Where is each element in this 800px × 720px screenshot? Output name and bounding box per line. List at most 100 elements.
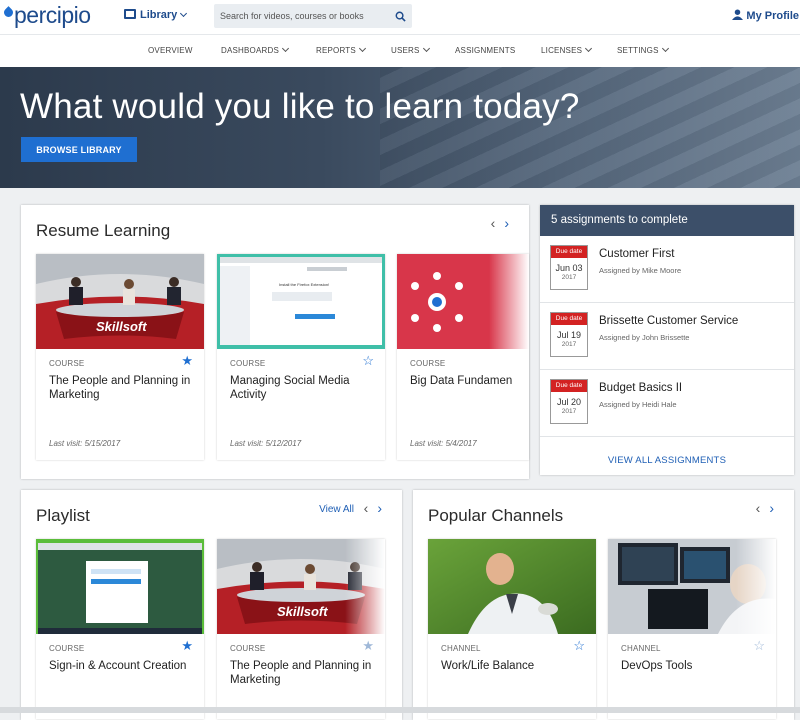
card-kind: CHANNEL: [441, 644, 481, 653]
nav-reports[interactable]: REPORTS: [316, 44, 366, 55]
playlist-title: Playlist: [36, 506, 90, 525]
chevron-down-icon: [180, 9, 188, 18]
card-fade: [736, 539, 776, 719]
card-kind: COURSE: [230, 359, 266, 368]
search-input[interactable]: [220, 8, 380, 24]
profile-label: My Profile: [746, 10, 799, 22]
card-fade: [345, 539, 385, 719]
assignment-title: Brissette Customer Service: [599, 315, 739, 327]
card-kind: CHANNEL: [621, 644, 661, 653]
due-date-badge: Due date Jul 19 2017: [550, 312, 588, 357]
top-bar: percipio Library My Profile: [0, 0, 800, 34]
channels-carousel-arrows: ‹ ›: [747, 500, 774, 516]
last-visit: Last visit: 5/12/2017: [230, 439, 302, 448]
star-outline-icon[interactable]: ★: [362, 638, 374, 654]
resume-carousel-arrows: ‹ ›: [482, 215, 509, 231]
library-menu[interactable]: Library: [124, 9, 188, 21]
channel-card[interactable]: CHANNEL ☆ Work/Life Balance: [428, 539, 596, 719]
assignment-title: Budget Basics II: [599, 382, 683, 394]
browse-library-button[interactable]: BROWSE LIBRARY: [21, 137, 137, 162]
playlist-view-all-link[interactable]: View All: [319, 504, 354, 515]
course-card[interactable]: Skillsoft COURSE ★ The People and Planni…: [36, 254, 204, 460]
chevron-down-icon: [281, 44, 290, 53]
assignment-assigner: Assigned by John Brissette: [599, 333, 690, 342]
card-title: Sign-in & Account Creation: [49, 660, 187, 672]
playlist-carousel-arrows: ‹ ›: [355, 500, 382, 516]
book-icon: [124, 9, 136, 19]
chevron-left-icon[interactable]: ‹: [491, 215, 496, 231]
view-all-assignments-link[interactable]: VIEW ALL ASSIGNMENTS: [540, 455, 794, 466]
card-title: The People and Planning in Marketing: [49, 375, 191, 401]
playlist-panel: Playlist View All ‹ › COURSE ★ Sign-in & …: [21, 490, 402, 720]
user-icon: [732, 9, 744, 20]
course-card[interactable]: COURSE ★ Sign-in & Account Creation: [36, 539, 204, 719]
last-visit: Last visit: 5/4/2017: [410, 439, 477, 448]
card-fade: [489, 254, 529, 460]
course-thumbnail: Skillsoft: [36, 254, 204, 349]
svg-text:Install the Firefox Extension!: Install the Firefox Extension!: [279, 282, 329, 287]
popular-channels-panel: Popular Channels ‹ › CHANNEL ☆ Work/Life …: [413, 490, 794, 720]
chevron-down-icon: [585, 44, 593, 53]
nav-dashboards[interactable]: DASHBOARDS: [221, 44, 290, 55]
channel-card[interactable]: CHANNEL ☆ DevOps Tools: [608, 539, 776, 719]
main-nav: OVERVIEW DASHBOARDS REPORTS USERS ASSIGN…: [0, 34, 800, 67]
resume-learning-panel: Resume Learning ‹ › Skillsoft COURSE ★ Th…: [21, 205, 529, 479]
chevron-right-icon[interactable]: ›: [377, 500, 382, 516]
horizontal-scrollbar[interactable]: [0, 707, 800, 713]
star-filled-icon[interactable]: ★: [181, 353, 193, 369]
star-outline-icon[interactable]: ☆: [753, 638, 765, 654]
card-title: Big Data Fundamen: [410, 375, 513, 387]
card-title: Work/Life Balance: [441, 660, 535, 672]
nav-settings[interactable]: SETTINGS: [617, 44, 669, 55]
star-outline-icon[interactable]: ☆: [362, 353, 374, 369]
hero-background-image: [380, 67, 800, 188]
logo-drop-icon: [2, 6, 15, 19]
svg-text:Skillsoft: Skillsoft: [96, 319, 147, 334]
assignments-panel: 5 assignments to complete Due date Jun 0…: [540, 205, 794, 475]
nav-licenses[interactable]: LICENSES: [541, 44, 593, 55]
assignment-row[interactable]: Due date Jul 20 2017 Budget Basics II As…: [540, 370, 794, 437]
assignment-row[interactable]: Due date Jul 19 2017 Brissette Customer …: [540, 303, 794, 370]
course-card[interactable]: COURSE Big Data Fundamen Last visit: 5/4…: [397, 254, 529, 460]
hero-banner: What would you like to learn today? BROW…: [0, 67, 800, 188]
assignment-title: Customer First: [599, 248, 675, 260]
chevron-down-icon: [422, 44, 430, 53]
assignment-assigner: Assigned by Mike Moore: [599, 266, 682, 275]
card-kind: COURSE: [49, 644, 85, 653]
course-card[interactable]: Install the Firefox Extension! COURSE ☆ …: [217, 254, 385, 460]
assignment-assigner: Assigned by Heidi Hale: [599, 400, 677, 409]
resume-learning-title: Resume Learning: [36, 221, 171, 240]
chevron-down-icon: [661, 44, 669, 53]
star-filled-icon[interactable]: ★: [181, 638, 193, 654]
hero-title: What would you like to learn today?: [20, 87, 580, 126]
chevron-right-icon[interactable]: ›: [769, 500, 774, 516]
chevron-right-icon[interactable]: ›: [504, 215, 509, 231]
search-button[interactable]: [388, 4, 412, 28]
my-profile-link[interactable]: My Profile: [732, 9, 799, 22]
assignments-header: 5 assignments to complete: [540, 205, 794, 236]
chevron-left-icon[interactable]: ‹: [756, 500, 761, 516]
channel-thumbnail: [428, 539, 596, 634]
course-card[interactable]: Skillsoft COURSE ★ The People and Planni…: [217, 539, 385, 719]
card-title: DevOps Tools: [621, 660, 693, 672]
due-date-badge: Due date Jul 20 2017: [550, 379, 588, 424]
library-label: Library: [140, 9, 178, 21]
chevron-down-icon: [358, 44, 366, 53]
course-thumbnail: Install the Firefox Extension!: [217, 254, 385, 349]
chevron-left-icon[interactable]: ‹: [364, 500, 369, 516]
search-icon: [395, 11, 406, 22]
assignment-row[interactable]: Due date Jun 03 2017 Customer First Assi…: [540, 236, 794, 303]
popular-channels-title: Popular Channels: [428, 506, 564, 525]
last-visit: Last visit: 5/15/2017: [49, 439, 121, 448]
svg-text:Skillsoft: Skillsoft: [277, 604, 328, 619]
nav-assignments[interactable]: ASSIGNMENTS: [455, 46, 515, 55]
due-date-badge: Due date Jun 03 2017: [550, 245, 588, 290]
nav-users[interactable]: USERS: [391, 44, 430, 55]
percipio-logo[interactable]: percipio: [2, 2, 91, 29]
search-box: [214, 4, 412, 28]
course-thumbnail: [36, 539, 204, 634]
card-kind: COURSE: [230, 644, 266, 653]
star-outline-icon[interactable]: ☆: [573, 638, 585, 654]
logo-text: percipio: [14, 2, 91, 28]
nav-overview[interactable]: OVERVIEW: [148, 46, 193, 55]
